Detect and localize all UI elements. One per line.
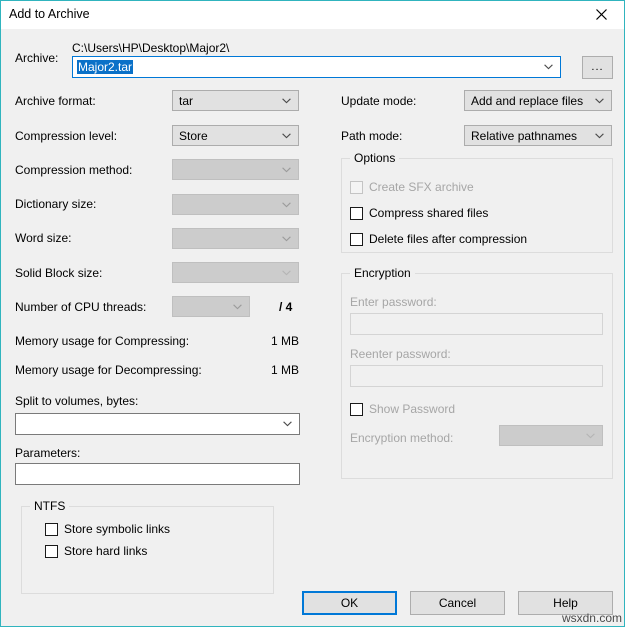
parameters-input[interactable]	[15, 463, 300, 485]
parameters-label: Parameters:	[15, 446, 80, 460]
update-mode-value: Add and replace files	[471, 94, 583, 108]
memory-decompressing-value: 1 MB	[202, 363, 299, 377]
archive-format-label: Archive format:	[15, 94, 96, 108]
dictionary-size-label: Dictionary size:	[15, 197, 96, 211]
archive-format-combobox[interactable]: tar	[172, 90, 299, 111]
store-hard-links-label: Store hard links	[64, 544, 147, 558]
compression-level-value: Store	[179, 129, 208, 143]
ok-button[interactable]: OK	[302, 591, 397, 615]
dialog-body: Archive: C:\Users\HP\Desktop\Major2\ Maj…	[2, 29, 623, 626]
chevron-down-icon	[233, 304, 242, 310]
split-volumes-label: Split to volumes, bytes:	[15, 394, 138, 408]
checkbox-box	[350, 181, 363, 194]
checkbox-box	[45, 523, 58, 536]
chevron-down-icon	[282, 202, 291, 208]
chevron-down-icon	[283, 421, 292, 427]
reenter-password-input	[350, 365, 603, 387]
archive-name-combobox[interactable]: Major2.tar	[72, 56, 561, 78]
memory-compressing-label: Memory usage for Compressing:	[15, 334, 189, 348]
word-size-combobox	[172, 228, 299, 249]
checkbox-box	[350, 207, 363, 220]
show-password-label: Show Password	[369, 402, 455, 416]
memory-compressing-value: 1 MB	[202, 334, 299, 348]
add-to-archive-dialog: Add to Archive Archive: C:\Users\HP\Desk…	[0, 0, 625, 627]
archive-path-text: C:\Users\HP\Desktop\Major2\	[72, 41, 229, 55]
chevron-down-icon	[282, 133, 291, 139]
store-symbolic-links-checkbox[interactable]: Store symbolic links	[45, 522, 170, 536]
checkbox-box	[45, 545, 58, 558]
cpu-threads-label: Number of CPU threads:	[15, 300, 146, 314]
enter-password-label: Enter password:	[350, 295, 437, 309]
encryption-method-combobox	[499, 425, 603, 446]
store-symbolic-links-label: Store symbolic links	[64, 522, 170, 536]
chevron-down-icon	[282, 167, 291, 173]
cpu-threads-combobox	[172, 296, 250, 317]
reenter-password-label: Reenter password:	[350, 347, 451, 361]
update-mode-label: Update mode:	[341, 94, 416, 108]
compress-shared-files-checkbox[interactable]: Compress shared files	[350, 206, 488, 220]
archive-name-value: Major2.tar	[77, 60, 133, 74]
archive-label: Archive:	[15, 51, 58, 65]
compression-level-combobox[interactable]: Store	[172, 125, 299, 146]
compress-shared-files-label: Compress shared files	[369, 206, 488, 220]
delete-files-after-compression-checkbox[interactable]: Delete files after compression	[350, 232, 527, 246]
chevron-down-icon	[282, 236, 291, 242]
compression-level-label: Compression level:	[15, 129, 117, 143]
show-password-checkbox[interactable]: Show Password	[350, 402, 455, 416]
path-mode-value: Relative pathnames	[471, 129, 577, 143]
title-bar: Add to Archive	[1, 1, 624, 29]
options-group-title: Options	[350, 151, 399, 165]
create-sfx-archive-label: Create SFX archive	[369, 180, 474, 194]
watermark-text: wsxdn.com	[562, 611, 622, 625]
close-button[interactable]	[579, 1, 624, 28]
path-mode-combobox[interactable]: Relative pathnames	[464, 125, 612, 146]
encryption-method-label: Encryption method:	[350, 431, 453, 445]
solid-block-size-label: Solid Block size:	[15, 266, 102, 280]
split-volumes-combobox[interactable]	[15, 413, 300, 435]
store-hard-links-checkbox[interactable]: Store hard links	[45, 544, 147, 558]
close-icon	[579, 8, 624, 21]
browse-button[interactable]: ...	[582, 56, 613, 79]
dictionary-size-combobox	[172, 194, 299, 215]
chevron-down-icon	[586, 433, 595, 439]
word-size-label: Word size:	[15, 231, 71, 245]
chevron-down-icon	[282, 270, 291, 276]
create-sfx-archive-checkbox: Create SFX archive	[350, 180, 474, 194]
checkbox-box	[350, 233, 363, 246]
update-mode-combobox[interactable]: Add and replace files	[464, 90, 612, 111]
window-title: Add to Archive	[9, 7, 90, 21]
ntfs-group-title: NTFS	[30, 499, 69, 513]
checkbox-box	[350, 403, 363, 416]
memory-decompressing-label: Memory usage for Decompressing:	[15, 363, 202, 377]
enter-password-input	[350, 313, 603, 335]
chevron-down-icon	[544, 64, 553, 70]
path-mode-label: Path mode:	[341, 129, 402, 143]
chevron-down-icon	[282, 98, 291, 104]
encryption-group-title: Encryption	[350, 266, 415, 280]
cancel-button[interactable]: Cancel	[410, 591, 505, 615]
chevron-down-icon	[595, 133, 604, 139]
compression-method-label: Compression method:	[15, 163, 132, 177]
archive-format-value: tar	[179, 94, 193, 108]
delete-files-after-compression-label: Delete files after compression	[369, 232, 527, 246]
compression-method-combobox	[172, 159, 299, 180]
cpu-threads-total: / 4	[279, 300, 292, 314]
chevron-down-icon	[595, 98, 604, 104]
solid-block-size-combobox	[172, 262, 299, 283]
